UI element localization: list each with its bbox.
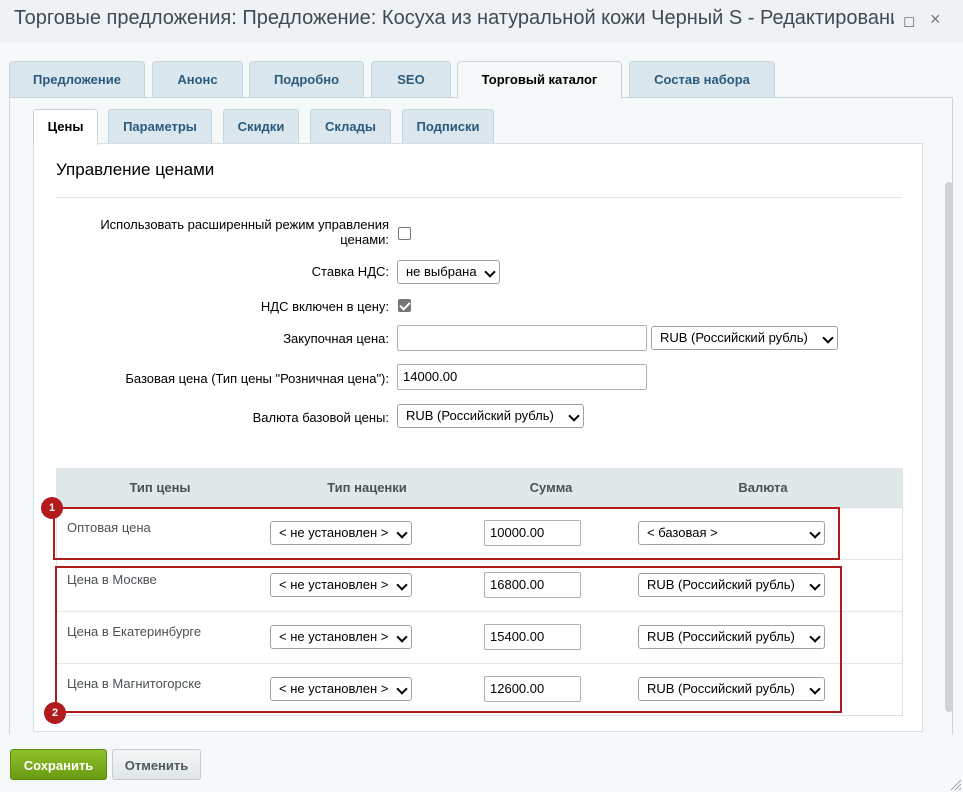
header-price-type: Тип цены (129, 480, 191, 495)
extended-mode-checkbox[interactable] (398, 227, 411, 240)
tab-bundle[interactable]: Состав набора (629, 61, 775, 98)
vat-included-checkbox[interactable] (398, 299, 411, 312)
save-button[interactable]: Сохранить (10, 749, 107, 780)
base-currency-value: RUB (Российский рубль) (406, 408, 554, 423)
subtab-prices[interactable]: Цены (33, 109, 98, 145)
window-titlebar: Торговые предложения: Предложение: Косух… (0, 0, 963, 43)
callout-badge-1: 1 (41, 497, 63, 519)
tab-announce[interactable]: Анонс (152, 61, 243, 98)
tab-seo[interactable]: SEO (371, 61, 451, 98)
subtab-discounts[interactable]: Скидки (223, 109, 299, 144)
maximize-icon[interactable]: ◻ (903, 12, 915, 30)
subtab-parameters[interactable]: Параметры (108, 109, 212, 144)
base-currency-label: Валюта базовой цены: (252, 410, 389, 425)
chevron-down-icon (568, 410, 580, 422)
purchase-currency-value: RUB (Российский рубль) (660, 330, 808, 345)
purchase-price-label: Закупочная цена: (283, 331, 389, 346)
callout-badge-2: 2 (44, 702, 66, 724)
subtab-subscriptions[interactable]: Подписки (402, 109, 494, 144)
extended-mode-label-line2: ценами: (340, 232, 389, 247)
cancel-button[interactable]: Отменить (112, 749, 201, 780)
window-title: Торговые предложения: Предложение: Косух… (14, 7, 894, 29)
resize-grip-icon[interactable] (949, 778, 961, 790)
section-divider (56, 197, 902, 198)
base-price-label: Базовая цена (Тип цены "Розничная цена")… (125, 371, 389, 386)
purchase-price-input[interactable] (397, 325, 647, 351)
top-tab-bar: Предложение Анонс Подробно SEO Торговый … (0, 61, 963, 99)
tab-offer[interactable]: Предложение (9, 61, 145, 98)
tab-trade-catalog[interactable]: Торговый каталог (457, 61, 622, 99)
vat-included-label: НДС включен в цену: (260, 299, 389, 314)
chevron-down-icon (822, 332, 834, 344)
vat-rate-label: Ставка НДС: (311, 264, 389, 279)
tab-details[interactable]: Подробно (249, 61, 364, 98)
callout-box-1 (53, 507, 840, 560)
subtab-stores[interactable]: Склады (310, 109, 391, 144)
vat-rate-value: не выбрана (406, 264, 477, 279)
base-price-input[interactable]: 14000.00 (397, 364, 647, 390)
chevron-down-icon (484, 266, 496, 278)
purchase-currency-select[interactable]: RUB (Российский рубль) (651, 326, 838, 350)
base-currency-select[interactable]: RUB (Российский рубль) (397, 404, 584, 428)
callout-box-2 (55, 566, 842, 713)
header-amount: Сумма (529, 480, 573, 495)
close-icon[interactable]: × (930, 9, 941, 30)
header-currency: Валюта (738, 480, 788, 495)
header-markup-type: Тип наценки (327, 480, 407, 495)
vertical-scrollbar[interactable] (945, 182, 953, 712)
extended-mode-label: Использовать расширенный режим управлени… (100, 217, 389, 247)
extended-mode-label-line1: Использовать расширенный режим управлени… (100, 217, 389, 232)
section-title: Управление ценами (56, 160, 215, 179)
vat-rate-select[interactable]: не выбрана (397, 260, 500, 284)
